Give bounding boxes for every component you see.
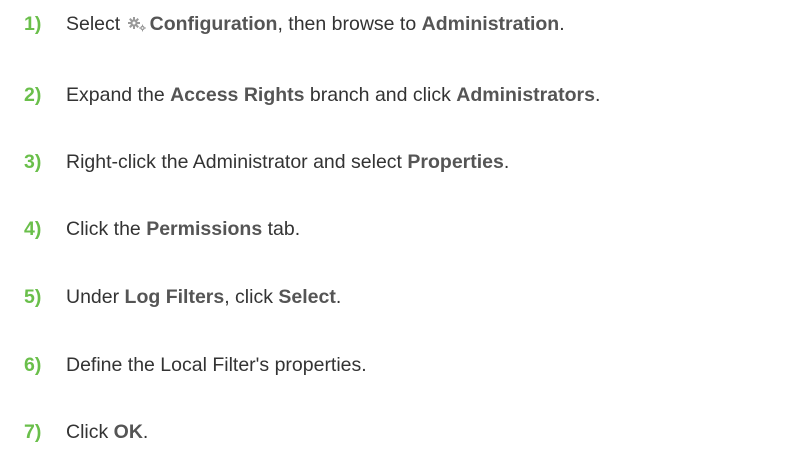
step-text-segment: . [559,13,565,35]
ui-term-permissions: Permissions [146,218,263,240]
step-text-segment: , then browse to [277,13,417,35]
step-text-segment: . [503,151,510,173]
step-text-segment: . [142,421,149,443]
step-text-segment: Click the [66,218,141,240]
step-text-segment: Click [66,421,109,443]
step-number: 3) [24,151,42,173]
step-number: 6) [24,354,42,376]
step-text: Under Log Filters, click Select. [66,283,341,311]
step-text: Click OK. [66,418,148,446]
step-text: Define the Local Filter's properties. [66,351,367,379]
step-text-segment: tab. [267,218,301,240]
ui-term-configuration: Configuration [149,13,278,35]
step-text-segment: Define the Local Filter's properties. [66,354,367,376]
ui-term-ok: OK [113,421,143,443]
step-text-segment: , click [224,286,273,308]
step-text-segment: Select [66,13,121,35]
step-text-segment: Under [66,286,120,308]
ui-term-select: Select [278,286,336,308]
ui-term-log-filters: Log Filters [124,286,225,308]
step-text-segment: Right-click the Administrator and select [66,151,402,173]
step-text: Click the Permissions tab. [66,215,300,243]
gear-icon [127,12,147,32]
step-number: 2) [24,84,42,106]
step-number: 1) [24,13,42,35]
step-text-segment: . [594,84,601,106]
step-number: 5) [24,286,42,308]
step-text-segment: branch and click [309,84,451,106]
step-text-segment: . [335,286,342,308]
step-text: Right-click the Administrator and select… [66,148,509,176]
step-number: 4) [24,218,42,240]
step-text-segment: Expand the [66,84,165,106]
step-text: Select Configuration, then browse to Adm… [66,10,565,38]
ui-term-administrators: Administrators [456,84,595,106]
ui-term-properties: Properties [407,151,504,173]
step-text: Expand the Access Rights branch and clic… [66,81,600,109]
step-number: 7) [24,421,42,443]
ui-term-access-rights: Access Rights [170,84,305,106]
ui-term-administration: Administration [421,13,560,35]
